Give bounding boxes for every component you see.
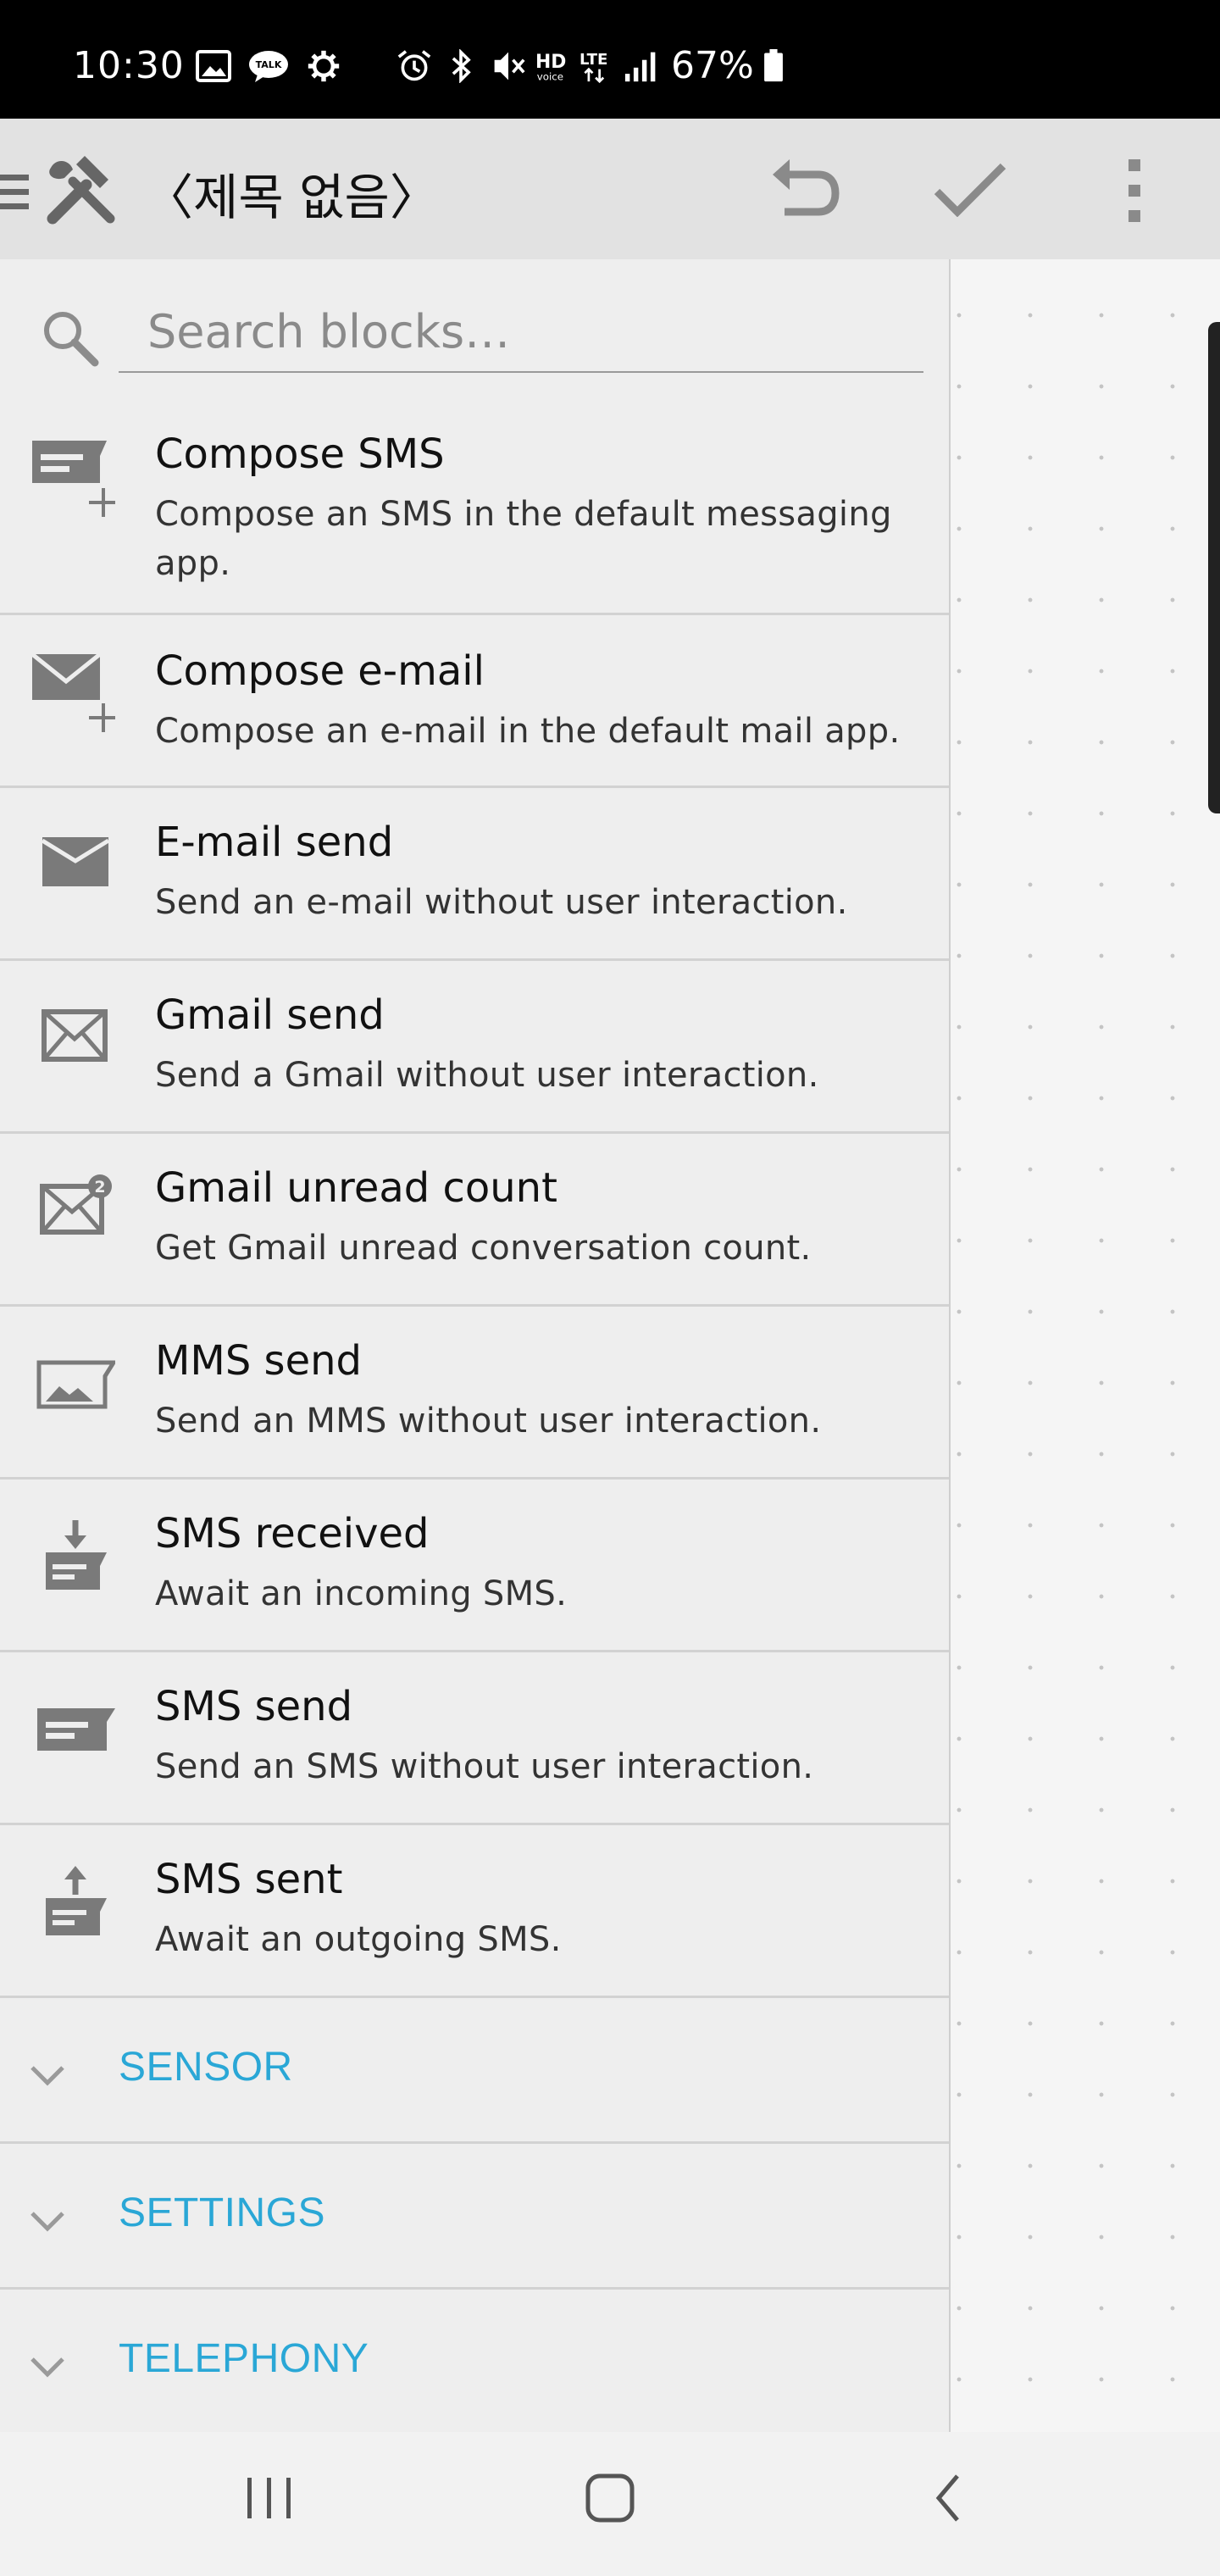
- block-canvas[interactable]: [949, 259, 1220, 2432]
- menu-icon[interactable]: [0, 171, 34, 214]
- block-title: Compose e-mail: [155, 647, 485, 695]
- block-description: Send an e-mail without user interaction.: [155, 883, 848, 922]
- compose-sms-icon: [32, 441, 115, 517]
- list-item[interactable]: Gmail send Send a Gmail without user int…: [0, 961, 949, 1134]
- block-drawer: Compose SMS Compose an SMS in the defaul…: [0, 259, 951, 2432]
- search-bar: [0, 259, 949, 422]
- svg-text:voice: voice: [537, 70, 563, 82]
- category-label: SENSOR: [119, 2045, 293, 2090]
- block-title: SMS received: [155, 1510, 430, 1557]
- gmail-icon: [42, 1009, 108, 1062]
- block-description: Send an MMS without user interaction.: [155, 1402, 822, 1441]
- svg-text:TALK: TALK: [256, 59, 282, 70]
- category-label: SETTINGS: [119, 2190, 326, 2235]
- back-icon[interactable]: [932, 2473, 966, 2523]
- svg-text:HD: HD: [535, 52, 566, 73]
- email-icon: [41, 837, 110, 886]
- list-item[interactable]: SMS send Send an SMS without user intera…: [0, 1652, 949, 1825]
- lte-icon: LTE: [580, 51, 607, 83]
- undo-icon[interactable]: [769, 156, 840, 220]
- block-title: Compose SMS: [155, 430, 445, 478]
- page-title: 〈제목 없음〉: [144, 169, 439, 226]
- block-description: Compose an e-mail in the default mail ap…: [155, 712, 901, 751]
- check-icon[interactable]: [932, 163, 1008, 217]
- battery-icon: [764, 49, 783, 82]
- category-settings[interactable]: SETTINGS: [0, 2144, 949, 2290]
- gallery-icon: [196, 50, 231, 82]
- block-title: SMS sent: [155, 1856, 343, 1903]
- block-description: Await an outgoing SMS.: [155, 1920, 562, 1959]
- block-title: Gmail send: [155, 991, 385, 1039]
- block-title: E-mail send: [155, 819, 394, 866]
- bluetooth-icon: [452, 49, 471, 83]
- block-list: Compose SMS Compose an SMS in the defaul…: [0, 422, 949, 2432]
- canvas-scroll-handle[interactable]: [1208, 322, 1220, 813]
- list-item[interactable]: E-mail send Send an e-mail without user …: [0, 788, 949, 961]
- list-item[interactable]: 2 Gmail unread count Get Gmail unread co…: [0, 1134, 949, 1307]
- block-description: Compose an SMS in the default messaging …: [155, 495, 892, 583]
- list-item[interactable]: SMS sent Await an outgoing SMS.: [0, 1825, 949, 1998]
- sms-sent-icon: [46, 1866, 107, 1935]
- hd-voice-icon: HD voice: [535, 52, 566, 83]
- app-bar: 〈제목 없음〉: [0, 119, 1220, 259]
- more-vert-icon[interactable]: [1123, 158, 1147, 225]
- mms-icon: [36, 1360, 115, 1409]
- block-description: Send a Gmail without user interaction.: [155, 1056, 819, 1095]
- tools-icon: [47, 156, 115, 225]
- home-icon[interactable]: [585, 2473, 635, 2523]
- status-time: 10:30: [73, 44, 185, 87]
- category-telephony[interactable]: TELEPHONY: [0, 2290, 949, 2432]
- compose-email-icon: [30, 652, 115, 732]
- block-description: Send an SMS without user interaction.: [155, 1747, 814, 1786]
- kakaotalk-icon: TALK: [249, 51, 288, 82]
- block-description: Await an incoming SMS.: [155, 1574, 568, 1613]
- alarm-icon: [397, 50, 431, 81]
- navigation-bar: [0, 2432, 1220, 2576]
- chevron-down-icon: [30, 2212, 64, 2232]
- sms-send-icon: [37, 1708, 115, 1751]
- status-bar: 10:30 TALK HD voice LTE 67%: [0, 0, 1220, 119]
- chevron-down-icon: [30, 2066, 64, 2086]
- battery-percent: 67%: [671, 44, 754, 87]
- search-input[interactable]: [119, 291, 923, 373]
- category-sensor[interactable]: SENSOR: [0, 1998, 949, 2144]
- gmail-unread-icon: 2: [40, 1174, 112, 1235]
- recent-apps-icon[interactable]: [244, 2474, 295, 2522]
- block-title: SMS send: [155, 1683, 353, 1730]
- sms-received-icon: [46, 1520, 107, 1590]
- block-title: MMS send: [155, 1337, 362, 1385]
- svg-text:LTE: LTE: [580, 51, 607, 69]
- list-item[interactable]: SMS received Await an incoming SMS.: [0, 1480, 949, 1652]
- vibrate-mute-icon: [494, 52, 525, 80]
- settings-gear-icon: [308, 50, 340, 82]
- search-icon: [44, 312, 99, 367]
- signal-icon: [624, 52, 656, 82]
- list-item[interactable]: Compose SMS Compose an SMS in the defaul…: [0, 422, 949, 615]
- chevron-down-icon: [30, 2357, 64, 2378]
- svg-text:2: 2: [94, 1178, 105, 1196]
- list-item[interactable]: MMS send Send an MMS without user intera…: [0, 1307, 949, 1480]
- block-description: Get Gmail unread conversation count.: [155, 1229, 812, 1268]
- block-title: Gmail unread count: [155, 1164, 557, 1212]
- category-label: TELEPHONY: [119, 2336, 369, 2381]
- list-item[interactable]: Compose e-mail Compose an e-mail in the …: [0, 615, 949, 788]
